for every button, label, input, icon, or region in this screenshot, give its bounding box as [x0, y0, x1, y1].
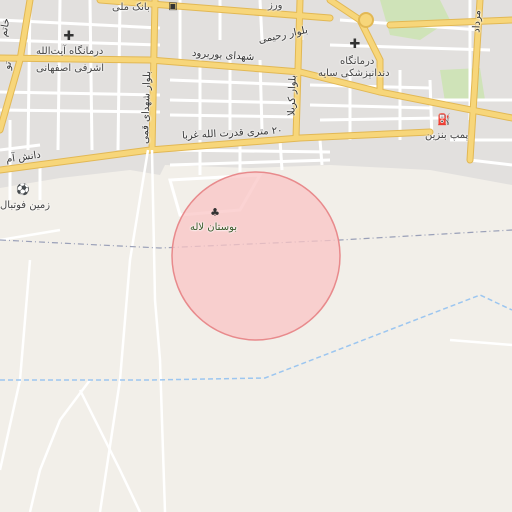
plus-icon[interactable]: ✚ [62, 30, 76, 44]
clinic-label-line1: درمانگاه آیت‌الله [36, 46, 104, 57]
road-label-moradi: مرداد [471, 10, 484, 33]
bank-icon[interactable]: ▣ [166, 0, 180, 14]
tree-icon[interactable]: ♣ [208, 206, 222, 220]
map-view[interactable]: ▣ ✚ ✚ ⛽ ♣ ⚽ بانک ملی ورز درمانگاه آیت‌ال… [0, 0, 512, 512]
road-label-karbala: بلوار کربلا [286, 74, 299, 117]
location-accuracy-circle [171, 171, 341, 341]
road-label-vorud: ورز [268, 0, 283, 11]
football-field-label: زمین فوتبال [0, 200, 51, 211]
clinic-label-saye-line2: دندانپزشکی سایه [318, 68, 390, 79]
bank-label: بانک ملی [112, 2, 150, 13]
clinic-label-line2: اشرفی اصفهانی [36, 63, 105, 74]
map-canvas [0, 0, 512, 512]
fuel-pump-icon[interactable]: ⛽ [437, 113, 451, 127]
roundabout [358, 12, 374, 28]
clinic-label-saye-line1: درمانگاه [340, 56, 375, 67]
plus-icon[interactable]: ✚ [348, 38, 362, 52]
road-label-west-top: تو [1, 60, 15, 71]
fuel-station-label: پمپ بنزین [425, 130, 469, 141]
football-icon[interactable]: ⚽ [16, 183, 30, 197]
park-label: بوستان لاله [190, 222, 238, 233]
